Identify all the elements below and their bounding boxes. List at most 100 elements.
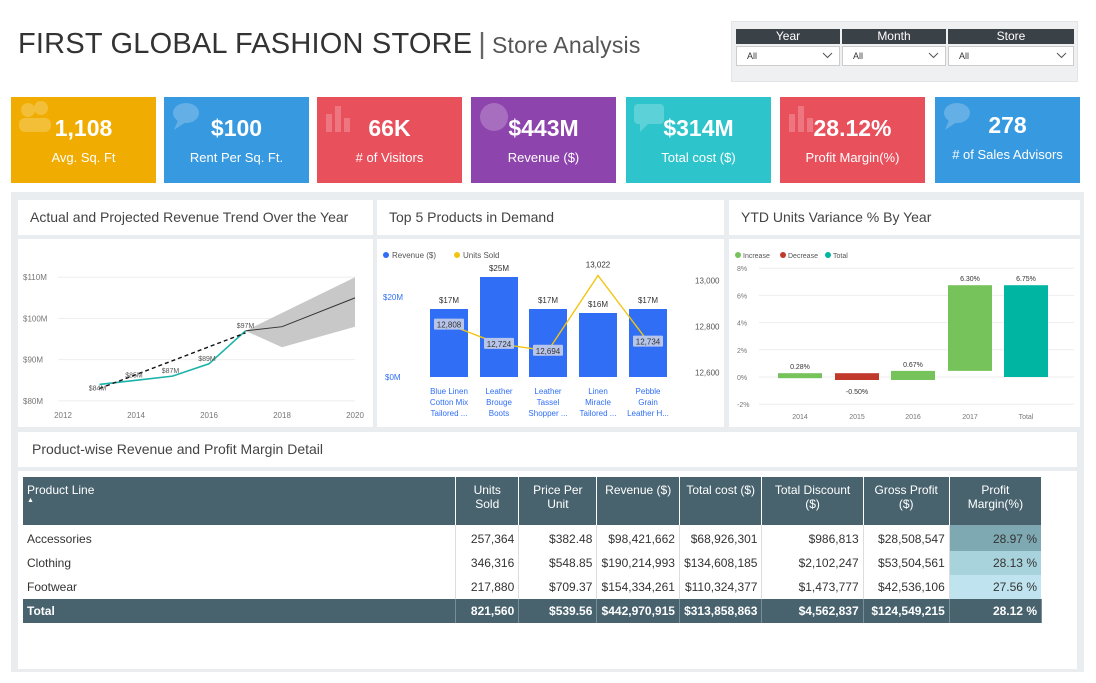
x-tick-label: 2016 <box>200 411 218 420</box>
top5-chart[interactable]: Revenue ($) Units Sold $0M $20M 12,600 12,800… <box>377 239 724 427</box>
y-tick-label: 8% <box>737 266 747 273</box>
line-data-label: 13,022 <box>586 260 611 269</box>
trend-chart[interactable]: $80M $90M $100M $110M 2012 2014 2016 2018 2020 $8… <box>18 239 373 427</box>
legend-label: Increase <box>743 253 770 260</box>
year-dropdown[interactable]: All <box>736 46 840 66</box>
column-header[interactable]: Product Line ▲ <box>23 477 457 525</box>
legend-marker <box>454 252 460 258</box>
kpi-label: Rent Per Sq. Ft. <box>189 150 284 165</box>
ytd-chart-title: YTD Units Variance % By Year <box>729 200 1080 235</box>
bar-data-label: $17M <box>538 296 558 305</box>
slicer-value: All <box>853 51 864 61</box>
table-row[interactable]: Accessories 257,364 $382.48 $98,421,662 $68,… <box>23 525 1043 551</box>
y2-tick-label: 12,800 <box>695 322 720 331</box>
table-cell: $1,473,777 <box>761 575 864 599</box>
table-cell: $53,504,561 <box>863 551 950 575</box>
y-tick-label: $20M <box>383 293 403 302</box>
bar-data-label: 6.75% <box>1016 276 1036 283</box>
kpi-card-avg-sq-ft[interactable]: 1,108 Avg. Sq. Ft <box>11 97 156 183</box>
month-dropdown[interactable]: All <box>842 46 946 66</box>
kpi-card-sales-advisors[interactable]: 278 # of Sales Advisors <box>935 97 1080 183</box>
x-tick-label: 2014 <box>792 414 808 421</box>
table-title: Product-wise Revenue and Profit Margin D… <box>18 432 1077 467</box>
kpi-card-total-cost[interactable]: $314M Total cost ($) <box>626 97 771 183</box>
x-tick-label: 2020 <box>346 411 364 420</box>
column-header[interactable]: Total cost ($) <box>679 477 763 525</box>
category-label: Tassel <box>537 398 560 407</box>
category-label: Brouge <box>486 398 512 407</box>
chevron-down-icon <box>928 52 939 59</box>
data-label: $85M <box>125 372 143 379</box>
kpi-card-revenue[interactable]: $443M Revenue ($) <box>471 97 616 183</box>
variance-bar <box>1004 285 1048 377</box>
y-tick-label: $90M <box>23 356 43 365</box>
slicer-value: All <box>959 51 970 61</box>
y2-tick-label: 13,000 <box>695 276 720 285</box>
data-label: $87M <box>162 368 180 375</box>
title-separator: | <box>478 28 487 60</box>
table-row[interactable]: Clothing 346,316 $548.85 $190,214,993 $134,6… <box>23 551 1043 575</box>
category-label: Boots <box>489 409 509 418</box>
year-slicer[interactable]: Year All <box>736 29 840 66</box>
variance-bar <box>948 285 992 371</box>
column-header[interactable]: Units Sold <box>455 477 520 525</box>
table-panel: Product Line ▲ Units Sold Price Per Unit Rev… <box>18 471 1077 669</box>
kpi-label: # of Sales Advisors <box>952 147 1063 162</box>
table-cell: Clothing <box>23 551 457 575</box>
category-label: Tailored ... <box>580 409 617 418</box>
chevron-down-icon <box>822 52 833 59</box>
column-header[interactable]: Gross Profit ($) <box>863 477 950 525</box>
slicer-label: Store <box>948 29 1074 44</box>
total-cell: Total <box>23 599 457 623</box>
page-title: FIRST GLOBAL FASHION STORE | Store Analysi… <box>18 28 641 61</box>
category-label: Grain <box>638 398 658 407</box>
store-slicer[interactable]: Store All <box>948 29 1074 66</box>
column-header[interactable]: Total Discount ($) <box>761 477 864 525</box>
table-cell: $28,508,547 <box>863 525 950 551</box>
legend-marker <box>383 252 389 258</box>
line-data-label: 12,694 <box>536 347 561 356</box>
slicer-label: Year <box>736 29 840 44</box>
table-cell: $548.85 <box>518 551 598 575</box>
revenue-bar <box>480 277 518 377</box>
category-label: Cotton Mix <box>430 398 468 407</box>
product-line-table[interactable]: Product Line ▲ Units Sold Price Per Unit Rev… <box>23 477 1043 623</box>
store-dropdown[interactable]: All <box>948 46 1074 66</box>
category-label: Miracle <box>585 398 611 407</box>
page-subtitle: Store Analysis <box>492 32 641 58</box>
slicer-label: Month <box>842 29 946 44</box>
category-label: Tailored ... <box>431 409 468 418</box>
y-tick-label: 6% <box>737 293 747 300</box>
column-header[interactable]: Revenue ($) <box>596 477 680 525</box>
table-row[interactable]: Footwear 217,880 $709.37 $154,334,261 $110,3… <box>23 575 1043 599</box>
month-slicer[interactable]: Month All <box>842 29 946 66</box>
data-label: $89M <box>198 356 216 363</box>
kpi-card-visitors[interactable]: 66K # of Visitors <box>317 97 462 183</box>
category-label: Pebble <box>636 387 661 396</box>
kpi-value: 66K <box>368 115 411 141</box>
line-data-label: 12,734 <box>636 338 661 347</box>
sort-ascending-icon: ▲ <box>27 497 34 504</box>
title-text: FIRST GLOBAL FASHION STORE <box>18 28 473 60</box>
category-label: Linen <box>588 387 608 396</box>
total-cell: $313,858,863 <box>679 599 763 623</box>
bar-data-label: $25M <box>489 264 509 273</box>
variance-bar <box>891 370 935 380</box>
trend-chart-svg: $80M $90M $100M $110M 2012 2014 2016 2018 2020 $8… <box>23 273 364 420</box>
kpi-value: 278 <box>988 112 1027 138</box>
kpi-card-rent[interactable]: $100 Rent Per Sq. Ft. <box>164 97 309 183</box>
x-tick-label: 2014 <box>127 411 145 420</box>
kpi-label: Profit Margin(%) <box>805 150 900 165</box>
column-header[interactable]: Profit Margin(%) <box>949 477 1043 525</box>
slicer-value: All <box>747 51 758 61</box>
line-data-label: 12,724 <box>487 340 512 349</box>
legend-label: Total <box>833 253 848 260</box>
bar-data-label: 6.30% <box>960 276 980 283</box>
table-cell: $98,421,662 <box>596 525 680 551</box>
column-header[interactable]: Price Per Unit <box>518 477 598 525</box>
table-cell: 346,316 <box>455 551 520 575</box>
kpi-card-profit-margin[interactable]: 28.12% Profit Margin(%) <box>780 97 925 183</box>
chevron-down-icon <box>1056 52 1067 59</box>
ytd-chart[interactable]: Increase Decrease Total 8% 6% 4% 2% 0% -2% 0.28% 2… <box>729 239 1080 427</box>
data-label: $97M <box>237 323 255 330</box>
